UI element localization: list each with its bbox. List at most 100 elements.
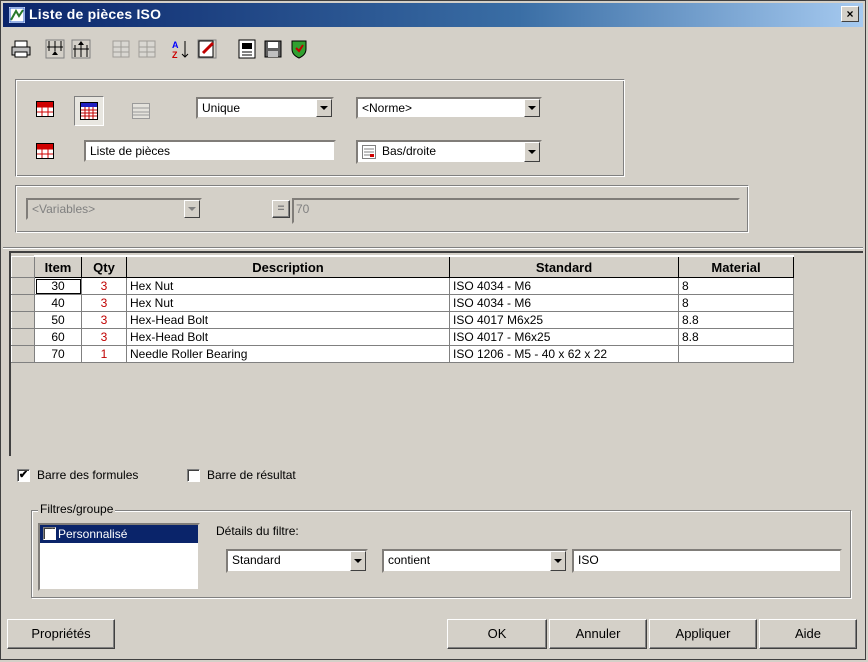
item-cell[interactable]: 40	[34, 294, 82, 312]
item-cell[interactable]: 30	[34, 277, 82, 295]
material-cell[interactable]: 8	[678, 277, 794, 295]
table-disabled-icon[interactable]	[128, 98, 154, 124]
material-cell[interactable]	[678, 345, 794, 363]
table-row[interactable]: 30 3 Hex Nut ISO 4034 - M6 8	[11, 277, 794, 295]
group-list[interactable]: ✔ Personnalisé	[38, 523, 200, 591]
formula-group: <Variables> = 70	[15, 185, 749, 233]
expression-input[interactable]: 70	[292, 198, 740, 224]
title-bar[interactable]: Liste de pièces ISO ×	[3, 3, 863, 27]
collapse-icon[interactable]	[135, 37, 159, 61]
parts-list-dialog: Liste de pièces ISO × AZ Unique <Norme> …	[0, 0, 866, 660]
table-icon[interactable]	[235, 37, 259, 61]
ok-button[interactable]: OK	[447, 619, 547, 649]
svg-text:A: A	[172, 40, 179, 50]
result-bar-checkbox[interactable]	[187, 469, 200, 482]
app-icon	[9, 7, 25, 23]
sort-up-icon[interactable]	[69, 37, 93, 61]
description-cell[interactable]: Hex-Head Bolt	[126, 328, 450, 346]
qty-cell[interactable]: 3	[81, 294, 127, 312]
position-select[interactable]: Bas/droite	[356, 140, 542, 164]
qty-cell[interactable]: 3	[81, 328, 127, 346]
description-cell[interactable]: Needle Roller Bearing	[126, 345, 450, 363]
table-row[interactable]: 70 1 Needle Roller Bearing ISO 1206 - M5…	[11, 345, 794, 363]
apply-button[interactable]: Appliquer	[649, 619, 757, 649]
qty-cell[interactable]: 1	[81, 345, 127, 363]
group-checkbox[interactable]: ✔	[43, 527, 56, 540]
row-header[interactable]	[11, 328, 35, 346]
standard-cell[interactable]: ISO 1206 - M5 - 40 x 62 x 22	[449, 345, 679, 363]
window-title: Liste de pièces ISO	[29, 6, 162, 22]
help-button[interactable]: Aide	[759, 619, 857, 649]
parts-table: Item Qty Description Standard Material 3…	[11, 255, 794, 363]
item-cell[interactable]: 70	[34, 345, 82, 363]
list-item[interactable]: ✔ Personnalisé	[40, 525, 198, 543]
title-input[interactable]: Liste de pièces	[84, 140, 336, 162]
chevron-down-icon[interactable]	[524, 99, 540, 117]
item-cell[interactable]: 60	[34, 328, 82, 346]
filter-value-input[interactable]: ISO	[572, 549, 842, 573]
properties-button[interactable]: Propriétés	[7, 619, 115, 649]
sort-down-icon[interactable]	[43, 37, 67, 61]
description-cell[interactable]: Hex Nut	[126, 294, 450, 312]
filters-legend: Filtres/groupe	[38, 502, 116, 516]
chevron-down-icon[interactable]	[524, 142, 540, 162]
edit-icon[interactable]	[195, 37, 219, 61]
table-row[interactable]: 60 3 Hex-Head Bolt ISO 4017 - M6x25 8.8	[11, 328, 794, 346]
position-select-value: Bas/droite	[382, 144, 437, 158]
save-icon[interactable]	[261, 37, 285, 61]
filter-field-select[interactable]: Standard	[226, 549, 368, 573]
chevron-down-icon[interactable]	[550, 551, 566, 571]
standard-cell[interactable]: ISO 4017 M6x25	[449, 311, 679, 329]
standard-cell[interactable]: ISO 4034 - M6	[449, 294, 679, 312]
variables-select[interactable]: <Variables>	[26, 198, 202, 220]
table-row[interactable]: 40 3 Hex Nut ISO 4034 - M6 8	[11, 294, 794, 312]
table-row[interactable]: 50 3 Hex-Head Bolt ISO 4017 M6x25 8.8	[11, 311, 794, 329]
result-bar-label: Barre de résultat	[207, 468, 296, 482]
column-header-qty[interactable]: Qty	[81, 255, 127, 278]
variables-select-value: <Variables>	[32, 202, 96, 216]
material-cell[interactable]: 8.8	[678, 311, 794, 329]
column-header-item[interactable]: Item	[34, 255, 82, 278]
filters-group: Filtres/groupe ✔ Personnalisé Détails du…	[31, 502, 851, 598]
table-header-top-icon[interactable]	[32, 96, 58, 122]
description-cell[interactable]: Hex Nut	[126, 277, 450, 295]
shield-icon[interactable]	[287, 37, 311, 61]
mode-select[interactable]: Unique	[196, 97, 334, 119]
equals-button[interactable]: =	[272, 200, 290, 218]
filter-operator-select[interactable]: contient	[382, 549, 568, 573]
expand-icon[interactable]	[109, 37, 133, 61]
material-cell[interactable]: 8	[678, 294, 794, 312]
row-header[interactable]	[11, 277, 35, 295]
row-header[interactable]	[11, 311, 35, 329]
table-grid-icon[interactable]	[74, 96, 104, 126]
qty-cell[interactable]: 3	[81, 311, 127, 329]
column-header-description[interactable]: Description	[126, 255, 450, 278]
filter-operator-value: contient	[388, 553, 431, 567]
filter-details-label: Détails du filtre:	[216, 524, 299, 538]
chevron-down-icon[interactable]	[350, 551, 366, 571]
formula-bar-checkbox[interactable]: ✔	[17, 469, 30, 482]
cancel-button[interactable]: Annuler	[549, 619, 647, 649]
sort-az-icon[interactable]: AZ	[169, 37, 193, 61]
formula-bar-label: Barre des formules	[37, 468, 139, 482]
printer-icon[interactable]	[9, 37, 33, 61]
chevron-down-icon[interactable]	[184, 200, 200, 218]
standard-cell[interactable]: ISO 4034 - M6	[449, 277, 679, 295]
standard-cell[interactable]: ISO 4017 - M6x25	[449, 328, 679, 346]
chevron-down-icon[interactable]	[316, 99, 332, 117]
corner-cell[interactable]	[11, 255, 35, 278]
column-header-material[interactable]: Material	[678, 255, 794, 278]
row-header[interactable]	[11, 294, 35, 312]
material-cell[interactable]: 8.8	[678, 328, 794, 346]
column-header-standard[interactable]: Standard	[449, 255, 679, 278]
header-row: Item Qty Description Standard Material	[11, 255, 794, 278]
norm-select[interactable]: <Norme>	[356, 97, 542, 119]
group-label: Personnalisé	[58, 527, 128, 541]
item-cell[interactable]: 50	[34, 311, 82, 329]
row-header[interactable]	[11, 345, 35, 363]
table-title-icon[interactable]	[32, 138, 58, 164]
close-button[interactable]: ×	[841, 6, 859, 22]
divider	[3, 247, 863, 249]
qty-cell[interactable]: 3	[81, 277, 127, 295]
description-cell[interactable]: Hex-Head Bolt	[126, 311, 450, 329]
